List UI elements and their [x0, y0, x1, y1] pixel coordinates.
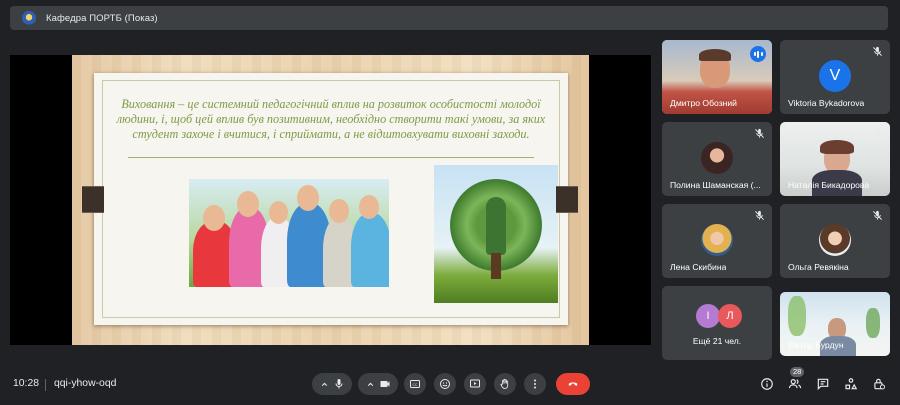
- mic-button[interactable]: [312, 373, 352, 395]
- mic-off-icon: [755, 128, 764, 138]
- end-call-button[interactable]: [556, 373, 590, 395]
- participant-name: Ольга Ревякіна: [788, 262, 849, 272]
- participant-avatar: [701, 142, 733, 174]
- tree-photo: [434, 165, 558, 303]
- presenter-logo-icon: [22, 11, 36, 25]
- more-participants-label: Ещё 21 чел.: [692, 336, 742, 346]
- present-button[interactable]: [464, 373, 486, 395]
- emoji-icon: [440, 379, 450, 389]
- people-icon: [788, 379, 802, 389]
- participant-tile-5[interactable]: Лена Скибина: [662, 204, 772, 278]
- participant-avatar: Л: [718, 304, 742, 328]
- mic-off-icon: [873, 128, 882, 138]
- participant-name: Viktoria Bykadorova: [788, 98, 865, 108]
- mic-off-icon: [873, 210, 882, 220]
- host-controls-icon: [874, 378, 886, 390]
- slide-divider: [128, 157, 534, 158]
- chat-icon: [817, 378, 829, 391]
- chevron-up-icon: [367, 382, 373, 386]
- slide-right-tab: [556, 186, 578, 213]
- people-button[interactable]: [786, 375, 804, 393]
- participant-name: Дмитро Обозний: [670, 98, 737, 108]
- more-options-button[interactable]: [524, 373, 546, 395]
- activities-button[interactable]: [842, 375, 860, 393]
- mic-off-icon: [755, 210, 764, 220]
- participant-tile-8[interactable]: Віктор Бурдун: [780, 292, 890, 356]
- camera-button[interactable]: [358, 373, 398, 395]
- hand-icon: [500, 378, 509, 389]
- mic-icon: [335, 379, 342, 389]
- emoji-button[interactable]: [434, 373, 456, 395]
- captions-button[interactable]: CC: [404, 373, 426, 395]
- participant-name: Віктор Бурдун: [788, 340, 844, 350]
- participant-tile-3[interactable]: Полина Шаманская (...: [662, 122, 772, 196]
- captions-icon: CC: [410, 380, 420, 388]
- participant-tile-2[interactable]: V Viktoria Bykadorova: [780, 40, 890, 114]
- students-photo: [189, 179, 389, 287]
- participant-avatar: І: [696, 304, 720, 328]
- speaking-indicator-icon: [750, 46, 766, 62]
- participant-avatar: [701, 224, 733, 256]
- end-call-icon: [568, 382, 578, 386]
- more-icon: [534, 379, 536, 389]
- info-icon: [761, 378, 773, 390]
- meeting-time: 10:28: [13, 378, 40, 389]
- mic-off-icon: [873, 46, 882, 56]
- meeting-info-button[interactable]: [758, 375, 776, 393]
- shared-screen: Виховання – це системний педагогічний вп…: [10, 55, 651, 345]
- present-icon: [470, 379, 480, 388]
- meeting-toolbar: 10:28 qqi-yhow-oqd CC 28: [0, 364, 900, 404]
- raise-hand-button[interactable]: [494, 373, 516, 395]
- presenting-bar: Кафедра ПОРТБ (Показ): [10, 6, 888, 30]
- participant-avatar: [819, 224, 851, 256]
- slide-left-tab: [82, 186, 104, 213]
- camera-icon: [380, 381, 389, 387]
- participant-avatar: V: [819, 60, 851, 92]
- chat-button[interactable]: [814, 375, 832, 393]
- participant-name: Лена Скибина: [670, 262, 727, 272]
- presenting-title: Кафедра ПОРТБ (Показ): [46, 12, 158, 24]
- participant-tile-4[interactable]: Наталія Бикадорова: [780, 122, 890, 196]
- participant-name: Наталія Бикадорова: [788, 180, 870, 190]
- host-controls-button[interactable]: [870, 375, 888, 393]
- participant-tile-6[interactable]: Ольга Ревякіна: [780, 204, 890, 278]
- meeting-code: qqi-yhow-oqd: [54, 378, 117, 389]
- slide-quote: Виховання – це системний педагогічний вп…: [116, 97, 546, 141]
- participant-tile-1[interactable]: Дмитро Обозний: [662, 40, 772, 114]
- svg-text:CC: CC: [413, 383, 418, 387]
- activities-icon: [845, 378, 858, 390]
- more-participants-tile[interactable]: І Л Ещё 21 чел.: [662, 286, 772, 360]
- presentation-slide: Виховання – це системний педагогічний вп…: [72, 55, 589, 345]
- participant-name: Полина Шаманская (...: [670, 180, 761, 190]
- chevron-up-icon: [321, 382, 327, 386]
